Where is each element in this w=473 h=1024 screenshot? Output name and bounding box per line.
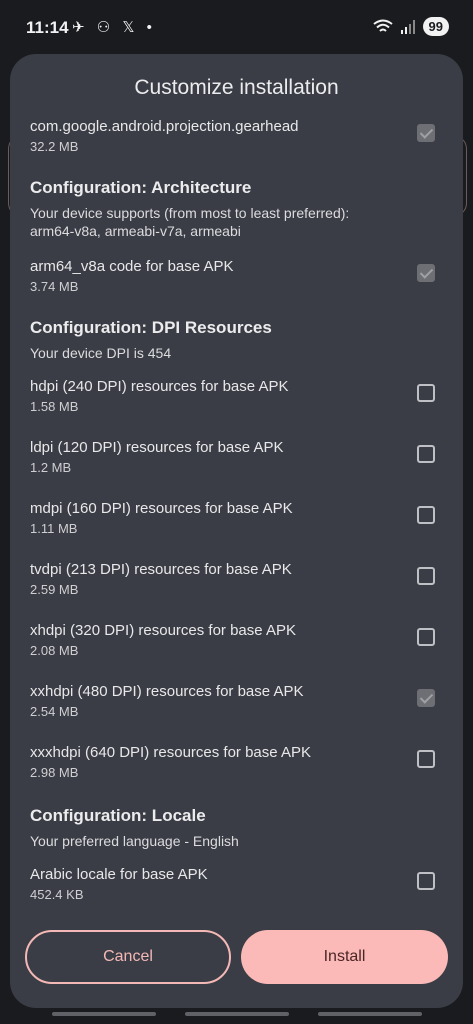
checkbox[interactable] — [417, 445, 435, 463]
section-description: Your preferred language - English — [30, 833, 239, 849]
cancel-button[interactable]: Cancel — [25, 930, 231, 984]
install-button[interactable]: Install — [241, 930, 448, 984]
section-heading: Configuration: DPI Resources — [30, 318, 272, 337]
item-size: 2.54 MB — [30, 704, 79, 719]
section-architecture: Configuration: Architecture Your device … — [30, 178, 445, 240]
item-name: tvdpi (213 DPI) resources for base APK — [30, 561, 292, 578]
section-locale: Configuration: Locale Your preferred lan… — [30, 806, 445, 850]
description-line: arm64-v8a, armeabi-v7a, armeabi — [30, 223, 241, 239]
list-item[interactable]: arm64_v8a code for base APK 3.74 MB — [30, 258, 445, 294]
divider — [318, 1012, 422, 1016]
list-item[interactable]: xhdpi (320 DPI) resources for base APK 2… — [30, 622, 445, 658]
checkbox[interactable] — [417, 124, 435, 142]
item-size: 1.58 MB — [30, 399, 79, 414]
section-description: Your device supports (from most to least… — [30, 204, 445, 240]
divider — [52, 1012, 156, 1016]
checkbox[interactable] — [417, 264, 435, 282]
item-size: 2.08 MB — [30, 643, 79, 658]
item-size: 32.2 MB — [30, 139, 79, 154]
list-item[interactable]: com.google.android.projection.gearhead 3… — [30, 118, 445, 154]
system-icons: 99 — [372, 17, 449, 36]
item-name: com.google.android.projection.gearhead — [30, 118, 299, 135]
item-name: xhdpi (320 DPI) resources for base APK — [30, 622, 296, 639]
checkbox[interactable] — [417, 384, 435, 402]
section-description: Your device DPI is 454 — [30, 345, 172, 361]
list-item[interactable]: xxxhdpi (640 DPI) resources for base APK… — [30, 744, 445, 780]
item-name: hdpi (240 DPI) resources for base APK — [30, 378, 289, 395]
section-heading: Configuration: Locale — [30, 806, 206, 825]
clock: 11:14 — [26, 18, 69, 37]
item-name: ldpi (120 DPI) resources for base APK — [30, 439, 284, 456]
checkbox[interactable] — [417, 689, 435, 707]
checkbox[interactable] — [417, 506, 435, 524]
background-nav-hints — [0, 1012, 473, 1018]
item-size: 2.59 MB — [30, 582, 79, 597]
list-item[interactable]: mdpi (160 DPI) resources for base APK 1.… — [30, 500, 445, 536]
list-item[interactable]: xxhdpi (480 DPI) resources for base APK … — [30, 683, 445, 719]
item-name: arm64_v8a code for base APK — [30, 258, 234, 275]
status-bar: 11:14 ✈ ⚇ 𝕏 • 99 — [0, 0, 473, 54]
description-line: Your device supports (from most to least… — [30, 205, 350, 221]
checkbox[interactable] — [417, 567, 435, 585]
wifi-icon — [372, 19, 393, 32]
item-size: 2.98 MB — [30, 765, 79, 780]
checkbox[interactable] — [417, 628, 435, 646]
item-name: xxxhdpi (640 DPI) resources for base APK — [30, 744, 311, 761]
checkbox[interactable] — [417, 750, 435, 768]
customize-installation-dialog: Customize installation com.google.androi… — [10, 54, 463, 1008]
divider — [185, 1012, 289, 1016]
item-size: 3.74 MB — [30, 279, 79, 294]
list-item[interactable]: ldpi (120 DPI) resources for base APK 1.… — [30, 439, 445, 475]
options-list[interactable]: com.google.android.projection.gearhead 3… — [10, 114, 463, 974]
section-dpi: Configuration: DPI Resources Your device… — [30, 318, 445, 362]
list-item[interactable]: Arabic locale for base APK 452.4 KB — [30, 866, 445, 902]
notification-icons: ✈ ⚇ 𝕏 • — [72, 19, 156, 36]
dialog-title: Customize installation — [134, 76, 339, 99]
section-heading: Configuration: Architecture — [30, 178, 252, 197]
item-name: Arabic locale for base APK — [30, 866, 208, 883]
list-item[interactable]: hdpi (240 DPI) resources for base APK 1.… — [30, 378, 445, 414]
battery-icon: 99 — [422, 17, 449, 36]
item-size: 1.2 MB — [30, 460, 72, 475]
item-size: 452.4 KB — [30, 887, 84, 902]
item-name: mdpi (160 DPI) resources for base APK — [30, 500, 293, 517]
checkbox[interactable] — [417, 872, 435, 890]
item-name: xxhdpi (480 DPI) resources for base APK — [30, 683, 304, 700]
item-size: 1.11 MB — [30, 521, 78, 536]
signal-icon — [400, 19, 415, 34]
list-item[interactable]: tvdpi (213 DPI) resources for base APK 2… — [30, 561, 445, 597]
